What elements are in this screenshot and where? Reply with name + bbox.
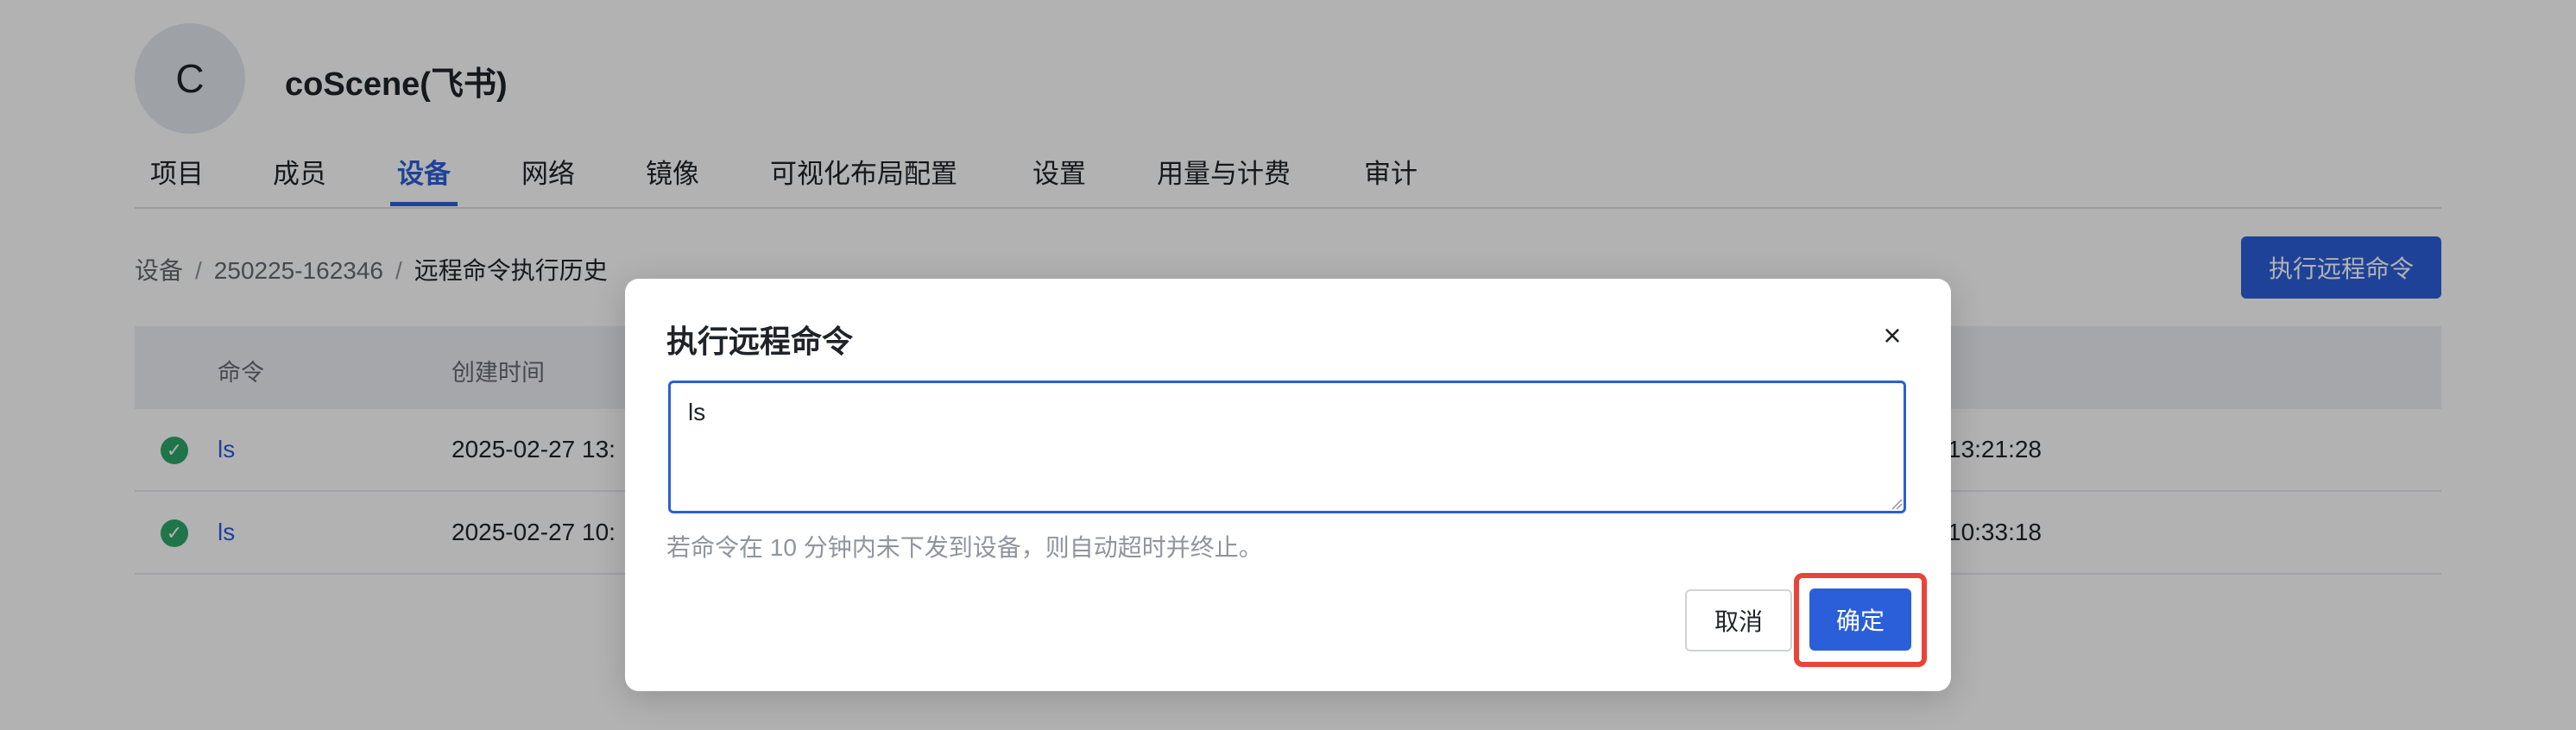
cancel-button[interactable]: 取消 <box>1685 589 1792 651</box>
timeout-hint: 若命令在 10 分钟内未下发到设备，则自动超时并终止。 <box>666 534 1263 561</box>
close-icon[interactable]: × <box>1873 317 1911 355</box>
command-input[interactable]: ls <box>668 381 1906 513</box>
resize-grip-icon[interactable] <box>1891 498 1903 510</box>
execute-command-dialog: 执行远程命令 × ls 若命令在 10 分钟内未下发到设备，则自动超时并终止。 … <box>625 279 1951 691</box>
dialog-title: 执行远程命令 <box>666 324 854 359</box>
confirm-highlight-box: 确定 <box>1794 573 1927 667</box>
confirm-button[interactable]: 确定 <box>1809 588 1911 651</box>
